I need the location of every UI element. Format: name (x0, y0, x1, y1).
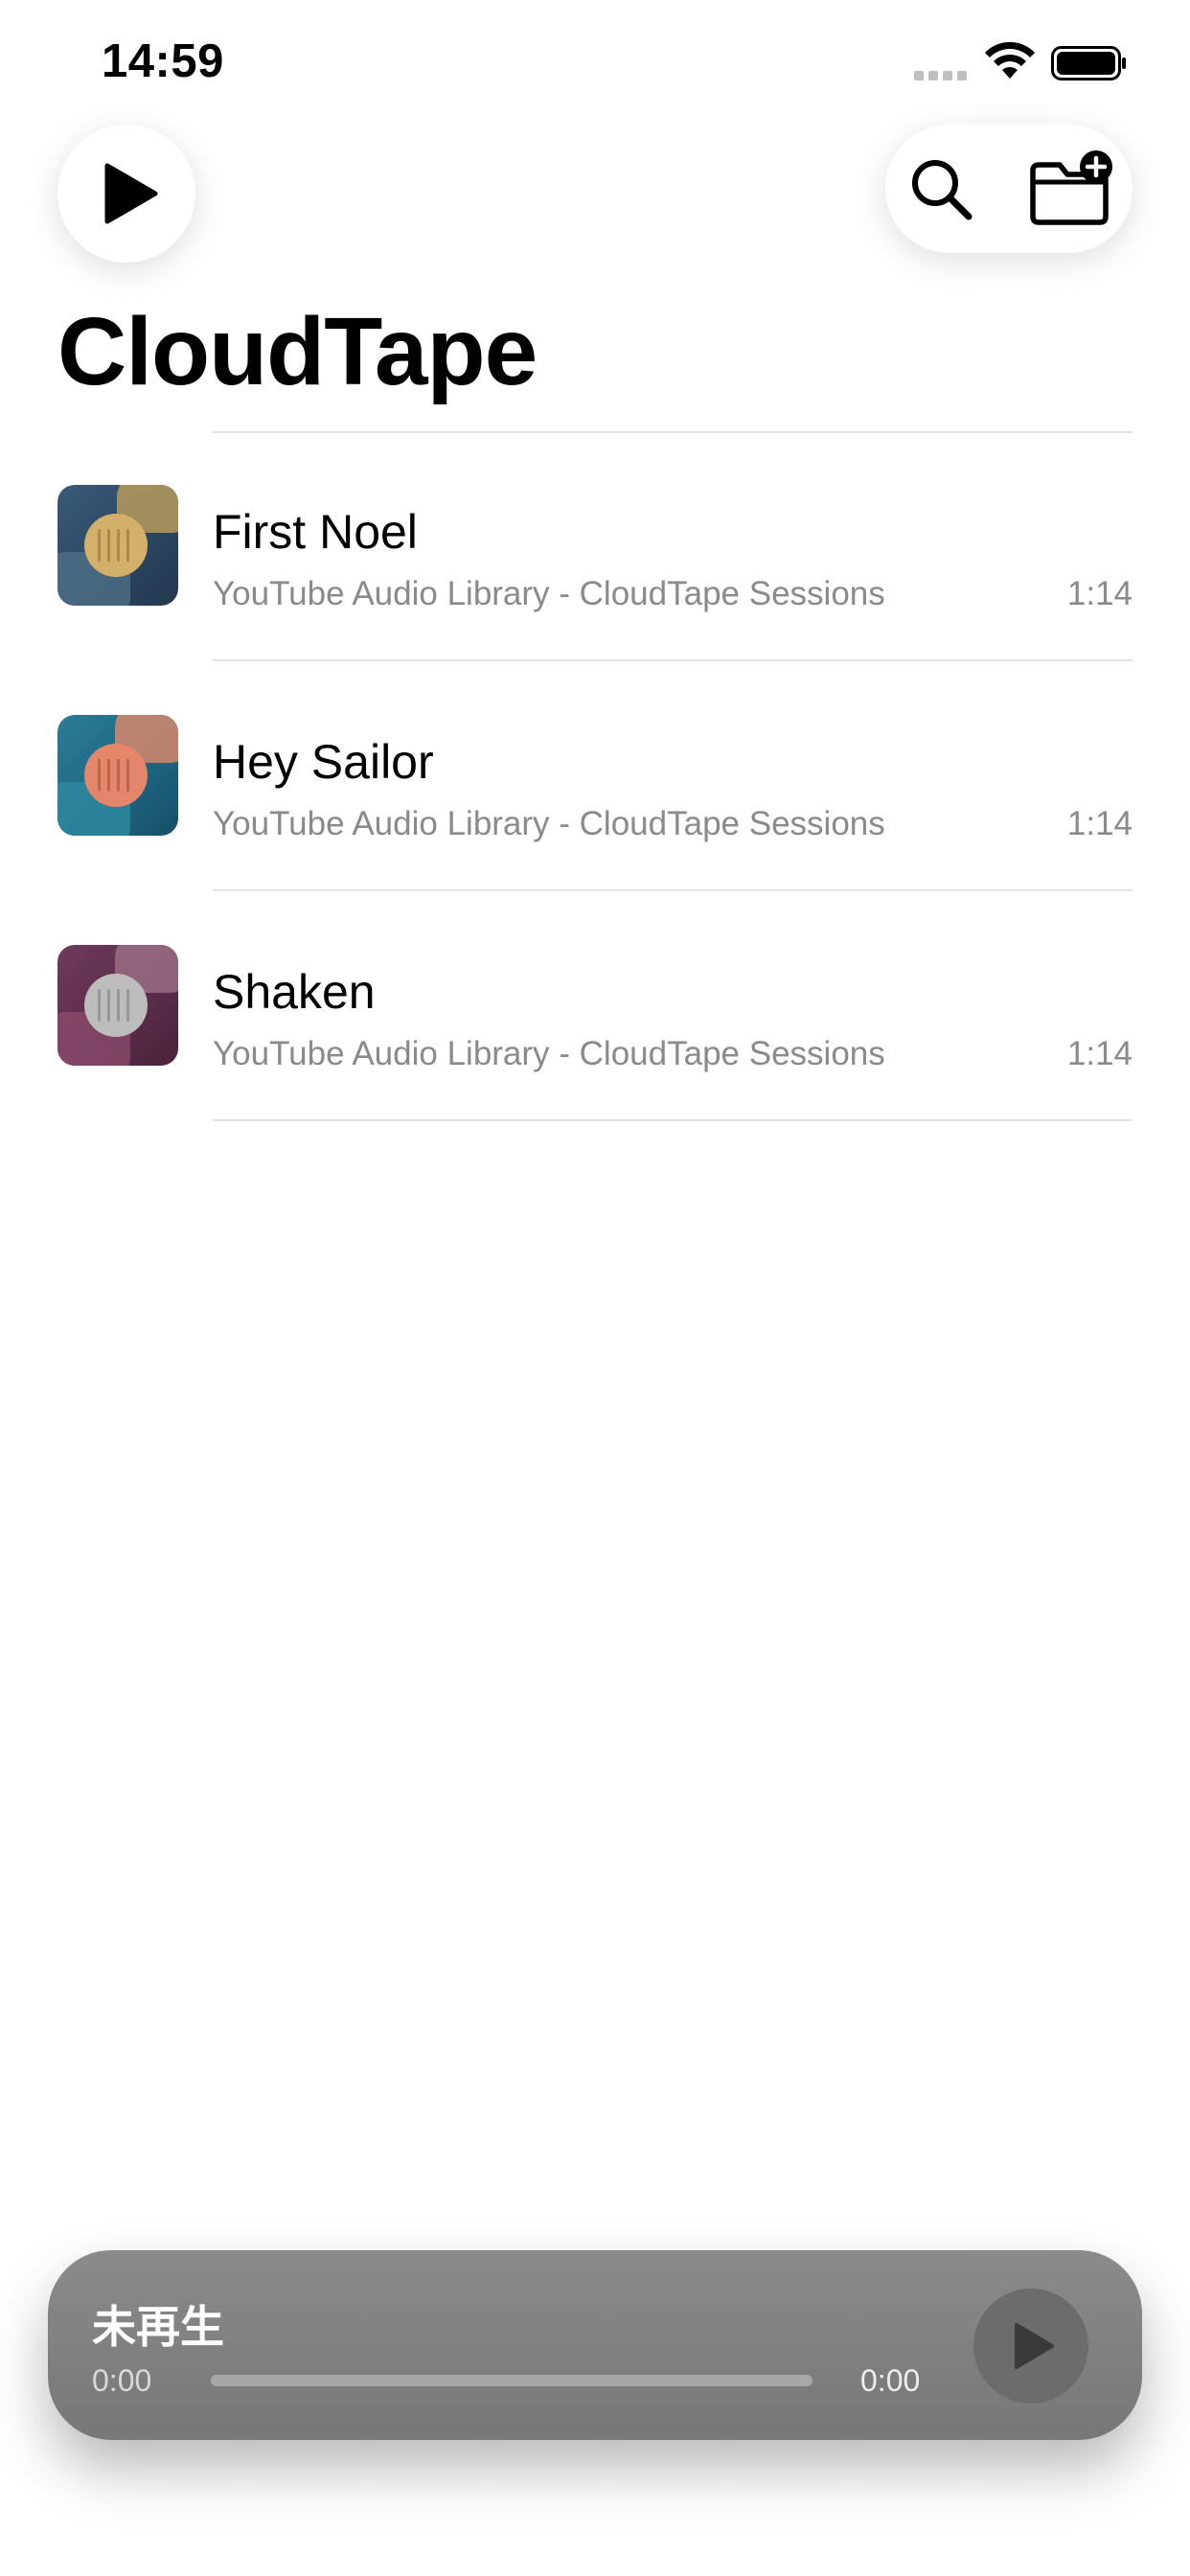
track-row[interactable]: First Noel YouTube Audio Library - Cloud… (0, 431, 1190, 659)
folder-plus-icon (1030, 150, 1112, 225)
search-button[interactable] (906, 154, 975, 223)
mini-play-button[interactable] (973, 2288, 1088, 2404)
status-time: 14:59 (102, 35, 224, 87)
progress-slider[interactable] (211, 2375, 812, 2386)
battery-icon (1051, 46, 1126, 80)
track-duration: 1:14 (1066, 575, 1133, 612)
album-art (57, 715, 178, 836)
track-duration: 1:14 (1066, 1035, 1133, 1072)
track-title: First Noel (213, 505, 418, 559)
wifi-icon (985, 42, 1035, 79)
track-duration: 1:14 (1066, 805, 1133, 842)
search-icon (912, 160, 973, 220)
track-title: Hey Sailor (213, 735, 434, 789)
play-icon (1015, 2323, 1054, 2369)
now-playing-bar[interactable]: 未再生 0:00 0:00 (48, 2250, 1142, 2440)
toolbar-actions (885, 125, 1133, 253)
track-subtitle: YouTube Audio Library - CloudTape Sessio… (213, 575, 885, 612)
page-title: CloudTape (57, 298, 538, 405)
add-folder-button[interactable] (1029, 150, 1117, 228)
now-playing-title: 未再生 (92, 2301, 224, 2353)
track-subtitle: YouTube Audio Library - CloudTape Sessio… (213, 805, 885, 842)
play-all-button[interactable] (57, 125, 195, 263)
track-row[interactable]: Hey Sailor YouTube Audio Library - Cloud… (0, 661, 1190, 889)
album-art (57, 485, 178, 606)
track-title: Shaken (213, 965, 376, 1019)
total-time: 0:00 (860, 2363, 921, 2398)
track-row[interactable]: Shaken YouTube Audio Library - CloudTape… (0, 891, 1190, 1119)
screen: 14:59 CloudTape First Noel YouTube Audio… (0, 0, 1190, 2576)
divider (213, 1119, 1133, 1121)
elapsed-time: 0:00 (92, 2363, 152, 2398)
album-art (57, 945, 178, 1066)
track-subtitle: YouTube Audio Library - CloudTape Sessio… (213, 1035, 885, 1072)
play-icon (104, 163, 158, 224)
cellular-signal-icon (914, 71, 967, 80)
